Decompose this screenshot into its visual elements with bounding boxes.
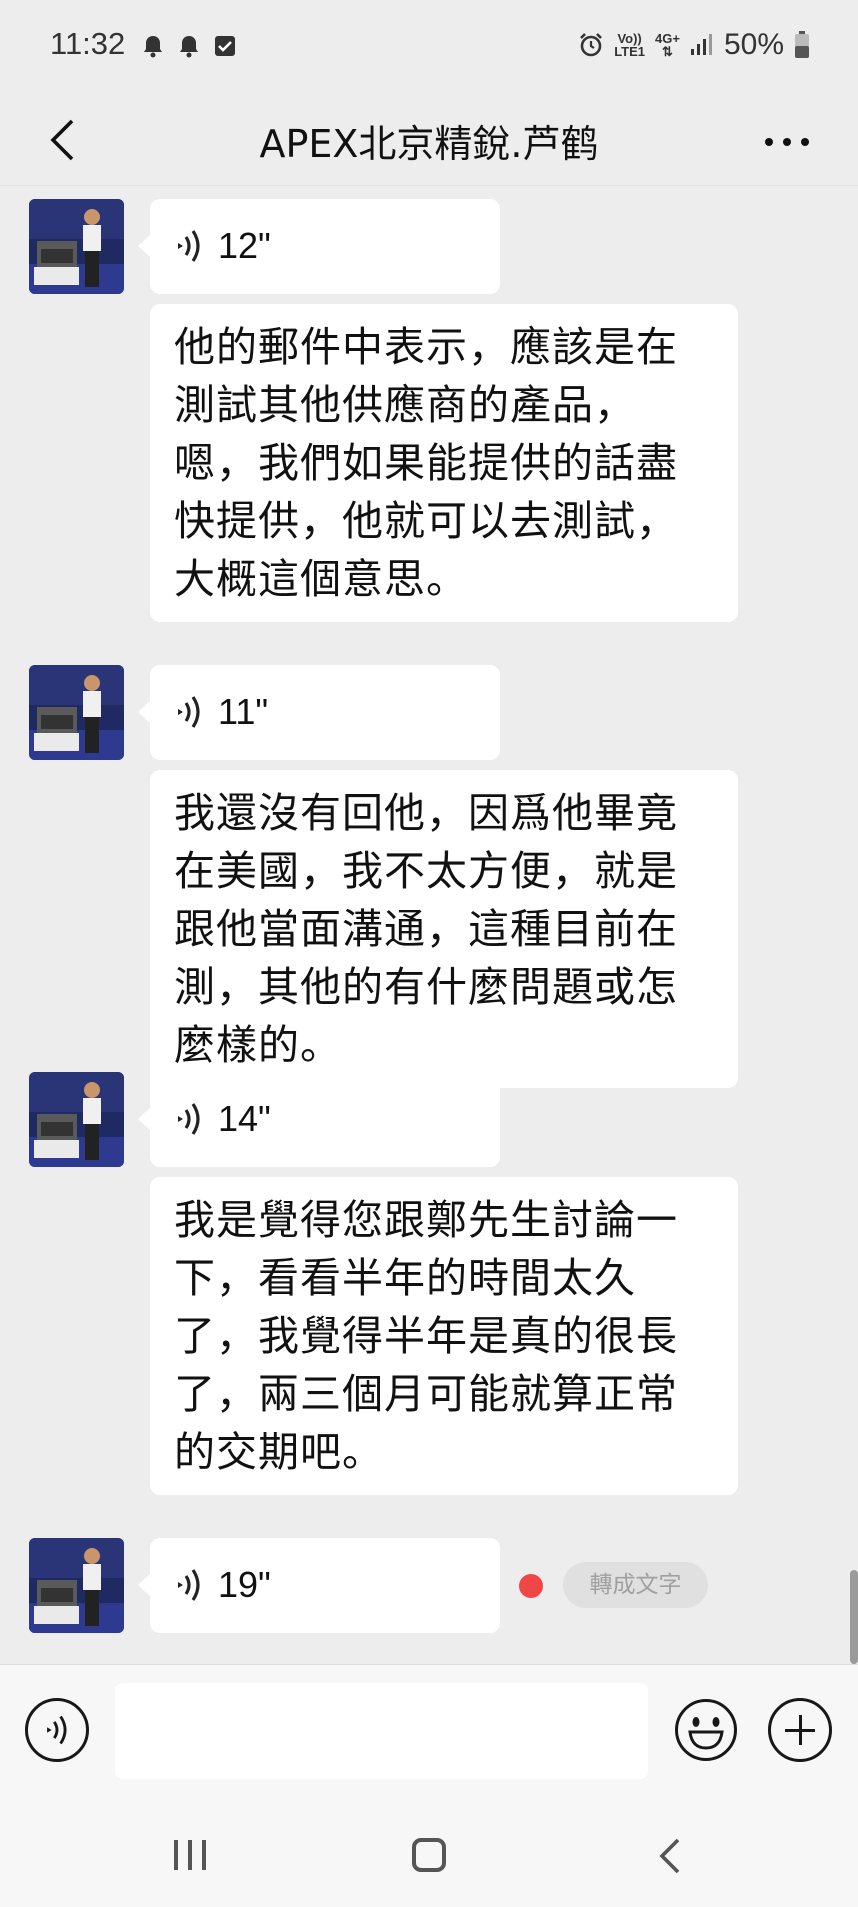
- bell-icon: [144, 36, 162, 58]
- checkbox-icon: [215, 36, 235, 56]
- more-dots-icon: [765, 138, 809, 146]
- avatar[interactable]: [29, 1072, 124, 1167]
- notification-icons: [142, 34, 236, 58]
- nav-back-button[interactable]: [652, 1836, 692, 1876]
- network-4g: 4G+ ⇅: [655, 32, 680, 58]
- back-icon: [659, 1838, 680, 1874]
- voice-message[interactable]: 14": [138, 1072, 500, 1167]
- message-input[interactable]: [115, 1683, 648, 1779]
- text-message[interactable]: 我還沒有回他，因爲他畢竟在美國，我不太方便，就是跟他當面溝通，這種目前在測，其他…: [150, 770, 738, 1088]
- avatar[interactable]: [29, 1538, 124, 1633]
- home-button[interactable]: [412, 1838, 446, 1872]
- status-right: Vo)) LTE1 4G+ ⇅ 50%: [578, 28, 810, 62]
- voice-message[interactable]: 11": [138, 665, 500, 760]
- voice-input-icon: [47, 1715, 67, 1745]
- avatar-photo-icon: [29, 665, 124, 760]
- transcribe-button[interactable]: 轉成文字: [563, 1562, 708, 1608]
- chat-title: APEX北京精銳.芦鹤: [259, 122, 599, 166]
- voice-input-button[interactable]: [25, 1698, 89, 1762]
- signal-icon: [690, 34, 712, 55]
- alarm-icon: [580, 33, 603, 57]
- avatar[interactable]: [29, 199, 124, 294]
- emoji-icon: [675, 1699, 737, 1761]
- voice-wave-icon: [178, 1103, 200, 1135]
- voice-message[interactable]: 19": [138, 1538, 500, 1633]
- avatar-photo-icon: [29, 1072, 124, 1167]
- avatar[interactable]: [29, 665, 124, 760]
- status-time: 11:32: [50, 26, 126, 61]
- voice-wave-icon: [178, 696, 200, 728]
- text-message[interactable]: 我是覺得您跟鄭先生討論一下，看看半年的時間太久了，我覺得半年是真的很長了，兩三個…: [150, 1177, 738, 1495]
- recents-icon-bar: [202, 1840, 206, 1870]
- voice-message[interactable]: 12": [138, 199, 500, 294]
- voice-duration: 12": [218, 225, 271, 266]
- recents-icon-bar: [174, 1840, 178, 1870]
- system-nav-bar: [0, 1802, 858, 1907]
- recents-icon-bar: [188, 1840, 192, 1870]
- avatar-photo-icon: [29, 199, 124, 294]
- battery-icon: [795, 31, 809, 58]
- recents-button[interactable]: [174, 1840, 206, 1870]
- lte-label: LTE1: [614, 44, 646, 59]
- text-message[interactable]: 他的郵件中表示，應該是在測試其他供應商的產品，嗯，我們如果能提供的話盡快提供，他…: [150, 304, 738, 622]
- emoji-button[interactable]: [674, 1698, 738, 1762]
- voice-wave-icon: [178, 230, 200, 262]
- voice-duration: 14": [218, 1098, 271, 1139]
- status-bar: 11:32 Vo)) LTE1 4G+ ⇅ 50%: [0, 0, 858, 95]
- more-button[interactable]: [752, 117, 822, 167]
- bell-icon: [180, 36, 198, 58]
- avatar-photo-icon: [29, 1538, 124, 1633]
- voice-duration: 11": [218, 691, 269, 732]
- network-volte: Vo)) LTE1: [614, 32, 645, 58]
- data-arrows-icon: ⇅: [662, 44, 673, 59]
- voice-wave-icon: [178, 1569, 200, 1601]
- scrollbar[interactable]: [850, 1570, 858, 1664]
- unread-dot: [519, 1574, 543, 1598]
- battery-percent: 50%: [723, 28, 784, 61]
- plus-button[interactable]: [768, 1698, 832, 1762]
- voice-duration: 19": [218, 1564, 271, 1605]
- input-bar: [0, 1664, 858, 1803]
- chat-header: APEX北京精銳.芦鹤: [0, 95, 858, 186]
